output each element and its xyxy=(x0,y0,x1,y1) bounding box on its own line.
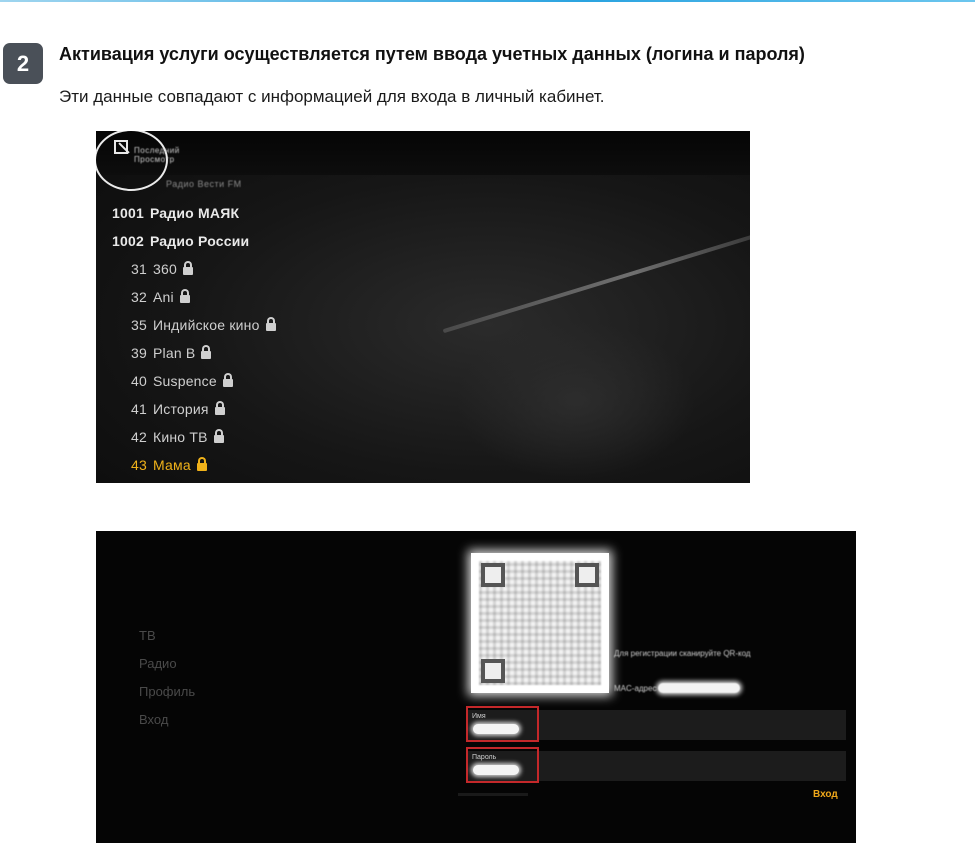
channel-name: 360 xyxy=(152,261,177,277)
menu-item-tv[interactable]: ТВ xyxy=(139,628,156,643)
channel-item-selected[interactable]: 43 Мама xyxy=(131,457,207,473)
channel-number: 32 xyxy=(131,289,147,305)
login-screenshot: ТВ Радио Профиль Вход Для регистрации ск… xyxy=(96,531,856,843)
background-stroke xyxy=(442,232,750,334)
channel-number: 43 xyxy=(131,457,147,473)
qr-hint-text: Для регистрации сканируйте QR-код xyxy=(614,649,751,658)
top-label-3: Радио Вести FM xyxy=(166,179,242,189)
top-strip xyxy=(96,131,750,175)
lock-icon xyxy=(222,373,233,387)
channel-item[interactable]: 31 360 xyxy=(131,261,193,277)
step-subtext: Эти данные совпадают с информацией для в… xyxy=(59,87,605,106)
login-field[interactable]: Имя xyxy=(466,706,846,742)
top-accent-rule xyxy=(0,0,975,2)
channel-item[interactable]: 40 Suspence xyxy=(131,373,233,389)
divider xyxy=(458,793,528,796)
channel-item[interactable]: 35 Индийское кино xyxy=(131,317,276,333)
password-field[interactable]: Пароль xyxy=(466,747,846,783)
step-number-badge: 2 xyxy=(3,43,43,84)
enter-button[interactable]: Вход xyxy=(813,789,838,800)
channel-name: Кино ТВ xyxy=(152,429,208,445)
menu-item-profile[interactable]: Профиль xyxy=(139,684,195,699)
channel-name: Радио России xyxy=(149,233,250,249)
lock-icon xyxy=(265,317,276,331)
top-label-1: Последний xyxy=(134,146,180,155)
password-field-label: Пароль xyxy=(472,754,497,761)
channel-list-screenshot: Последний Просмотр Радио Вести FM 1001 Р… xyxy=(96,131,750,483)
login-field-label: Имя xyxy=(472,713,486,720)
channel-number: 1002 xyxy=(112,233,144,249)
lock-icon xyxy=(182,261,193,275)
channel-name: Индийское кино xyxy=(152,317,260,333)
mac-address-mask xyxy=(658,683,741,693)
channel-item[interactable]: 39 Plan B xyxy=(131,345,212,361)
mac-address-line: MAC-адрес xyxy=(614,683,741,693)
channel-name: Мама xyxy=(152,457,191,473)
channel-item[interactable]: 41 История xyxy=(131,401,225,417)
lock-icon xyxy=(201,345,212,359)
channel-name: История xyxy=(152,401,209,417)
channel-number: 35 xyxy=(131,317,147,333)
channel-name: Радио МАЯК xyxy=(149,205,240,221)
qr-code xyxy=(471,553,609,693)
channel-item[interactable]: 1001 Радио МАЯК xyxy=(112,205,239,221)
qr-finder xyxy=(481,659,505,683)
channel-name: Ani xyxy=(152,289,174,305)
lock-icon xyxy=(179,289,190,303)
qr-finder xyxy=(575,563,599,587)
channel-number: 40 xyxy=(131,373,147,389)
mac-address-label: MAC-адрес xyxy=(614,683,657,693)
channel-number: 1001 xyxy=(112,205,144,221)
channel-item[interactable]: 1002 Радио России xyxy=(112,233,249,249)
channel-number: 42 xyxy=(131,429,147,445)
menu-item-radio[interactable]: Радио xyxy=(139,656,177,671)
channel-number: 39 xyxy=(131,345,147,361)
channel-item[interactable]: 42 Кино ТВ xyxy=(131,429,224,445)
login-value-mask xyxy=(473,724,519,734)
menu-item-login[interactable]: Вход xyxy=(139,712,168,727)
channel-name: Suspence xyxy=(152,373,217,389)
qr-finder xyxy=(481,563,505,587)
channel-name: Plan B xyxy=(152,345,196,361)
lock-icon xyxy=(214,401,225,415)
top-label-2: Просмотр xyxy=(134,155,175,164)
lock-icon xyxy=(196,457,207,471)
channel-number: 31 xyxy=(131,261,147,277)
exit-icon[interactable] xyxy=(114,140,128,154)
background-shape xyxy=(456,321,696,481)
channel-number: 41 xyxy=(131,401,147,417)
lock-icon xyxy=(213,429,224,443)
password-value-mask xyxy=(473,765,519,775)
channel-item[interactable]: 32 Ani xyxy=(131,289,190,305)
step-heading: Активация услуги осуществляется путем вв… xyxy=(59,44,805,64)
